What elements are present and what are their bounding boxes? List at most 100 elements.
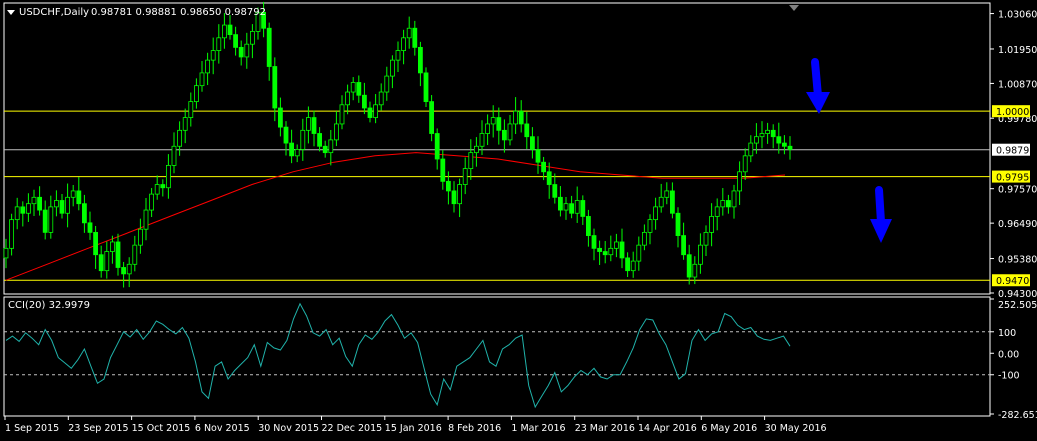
candle-body: [322, 145, 328, 154]
cci-axis-label: 100: [998, 328, 1016, 339]
candle-body: [530, 136, 535, 150]
price-axis-label: 1.03060: [998, 10, 1037, 21]
candle-body: [384, 75, 390, 93]
candle-body: [221, 24, 227, 39]
date-axis-label: 15 Jan 2016: [385, 423, 442, 434]
candle-body: [670, 190, 675, 214]
candle-body: [614, 241, 619, 249]
candle-body: [580, 200, 586, 217]
candle-body: [563, 203, 569, 211]
date-axis-label: 22 Dec 2015: [322, 423, 383, 434]
date-axis-label: 1 Sep 2015: [5, 423, 59, 434]
candle-body: [367, 107, 373, 118]
candle-body: [524, 123, 530, 138]
candle-body: [300, 129, 306, 150]
candle-body: [154, 184, 160, 195]
candle-body: [65, 196, 70, 214]
candle-body: [31, 196, 37, 205]
candle-body: [25, 203, 31, 214]
candle-body: [93, 231, 98, 256]
candle-body: [132, 244, 138, 265]
current-price-label: 0.98792: [996, 146, 1035, 157]
candle-body: [608, 247, 614, 256]
symbol-label: USDCHF,Daily: [19, 7, 89, 18]
candle-body: [546, 171, 552, 185]
candle-body: [333, 123, 339, 141]
candle-body: [98, 254, 104, 272]
candle-body: [642, 231, 647, 246]
candle-body: [602, 251, 608, 256]
candle-body: [59, 200, 65, 214]
candle-body: [249, 31, 255, 45]
candle-body: [445, 180, 451, 192]
candle-body: [574, 200, 580, 214]
candle-body: [473, 145, 479, 154]
candle-body: [137, 228, 143, 246]
candle-body: [317, 133, 323, 147]
candle-body: [759, 133, 765, 138]
candle-body: [373, 104, 379, 118]
candle-body: [9, 219, 15, 249]
candle-body: [406, 27, 412, 39]
candle-body: [625, 257, 630, 272]
candle-body: [389, 59, 395, 77]
candle-body: [619, 241, 625, 259]
candle-body: [653, 206, 658, 221]
price-axis-label: 0.95380: [998, 255, 1037, 266]
candle-body: [501, 129, 507, 141]
date-axis-label: 6 May 2016: [701, 423, 757, 434]
candle-body: [87, 222, 93, 233]
candle-body: [496, 117, 502, 131]
date-axis-label: 23 Mar 2016: [575, 423, 635, 434]
candle-body: [681, 235, 686, 256]
candle-body: [787, 145, 793, 150]
date-axis-label: 30 Nov 2015: [258, 423, 319, 434]
candle-body: [160, 184, 166, 189]
candle-body: [238, 46, 244, 58]
date-axis-label: 1 Mar 2016: [511, 423, 565, 434]
candle-body: [216, 37, 222, 51]
candle-body: [14, 206, 20, 221]
candle-body: [193, 85, 199, 103]
candle-body: [698, 244, 703, 265]
cci-axis-label: -282.6519: [998, 410, 1037, 421]
cci-axis-label: -100: [998, 371, 1020, 382]
candle-body: [350, 82, 356, 93]
candle-body: [535, 149, 541, 163]
candle-body: [597, 247, 602, 252]
date-axis-label: 15 Oct 2015: [132, 423, 191, 434]
chart: 1.030601.019501.008700.997800.975700.964…: [0, 0, 1037, 441]
candle-body: [143, 209, 149, 230]
candle-body: [70, 190, 76, 198]
candle-body: [658, 196, 664, 208]
candle-body: [272, 66, 278, 109]
candle-body: [703, 231, 709, 246]
candle-body: [121, 267, 126, 275]
price-axis-label: 0.94300: [998, 289, 1037, 300]
candle-body: [205, 59, 211, 74]
candle-body: [104, 251, 110, 272]
candle-body: [345, 91, 351, 106]
candle-body: [586, 216, 591, 236]
candle-body: [233, 34, 239, 48]
candle-body: [283, 126, 289, 144]
candle-body: [37, 196, 42, 211]
candle-body: [199, 72, 205, 87]
candle-body: [289, 142, 295, 157]
price-axis-label: 1.01950: [998, 45, 1037, 56]
candle-body: [748, 142, 754, 157]
candle-body: [244, 43, 250, 58]
candle-body: [423, 72, 429, 103]
price-axis-label: 0.96490: [998, 219, 1037, 230]
candle-body: [412, 27, 418, 48]
candle-body: [541, 161, 546, 173]
cci-axis-label: 0.00: [998, 349, 1019, 360]
candle-body: [277, 107, 283, 128]
candle-body: [675, 212, 681, 236]
candle-body: [664, 190, 670, 198]
candle-body: [188, 101, 194, 118]
candle-body: [434, 133, 440, 160]
candle-body: [479, 133, 485, 147]
candle-body: [558, 196, 563, 211]
candle-body: [569, 203, 574, 214]
